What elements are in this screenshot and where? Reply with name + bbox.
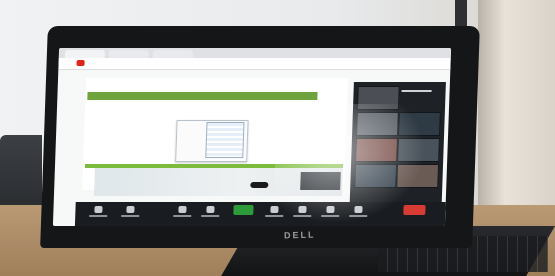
- participants-icon[interactable]: [171, 206, 194, 222]
- end-meeting-button[interactable]: [403, 205, 426, 215]
- chat-icon[interactable]: [199, 206, 222, 222]
- browser-tab[interactable]: [108, 50, 150, 58]
- browser-tab[interactable]: [64, 50, 106, 58]
- subscribe-button[interactable]: [250, 182, 269, 188]
- more-icon[interactable]: [347, 206, 370, 222]
- laptop-screen: [52, 48, 452, 226]
- participant-tile[interactable]: [356, 86, 400, 110]
- record-icon[interactable]: [263, 206, 286, 222]
- mic-icon[interactable]: [87, 206, 110, 222]
- youtube-logo-icon[interactable]: [76, 60, 85, 67]
- participant-panel: [349, 82, 446, 202]
- laptop-brand-logo: DELL: [283, 229, 316, 241]
- participant-tile[interactable]: [398, 112, 441, 136]
- video-thumbnail: [300, 172, 341, 190]
- participant-tile[interactable]: [354, 164, 398, 188]
- participant-tile[interactable]: [355, 138, 398, 162]
- browser-tab[interactable]: [152, 50, 194, 58]
- apps-icon[interactable]: [319, 206, 342, 222]
- participant-caption: [401, 90, 432, 92]
- participant-tile[interactable]: [356, 112, 399, 136]
- participant-tile[interactable]: [396, 164, 440, 188]
- background-window: [478, 0, 555, 210]
- browser-address-bar[interactable]: [58, 58, 451, 70]
- reactions-icon[interactable]: [291, 206, 314, 222]
- share-screen-button[interactable]: [233, 205, 254, 215]
- participant-tile[interactable]: [397, 138, 440, 162]
- file-dialog-list: [205, 122, 245, 158]
- content-header-bar: [87, 92, 318, 100]
- browser-tab-bar: [58, 48, 452, 58]
- video-icon[interactable]: [119, 206, 142, 222]
